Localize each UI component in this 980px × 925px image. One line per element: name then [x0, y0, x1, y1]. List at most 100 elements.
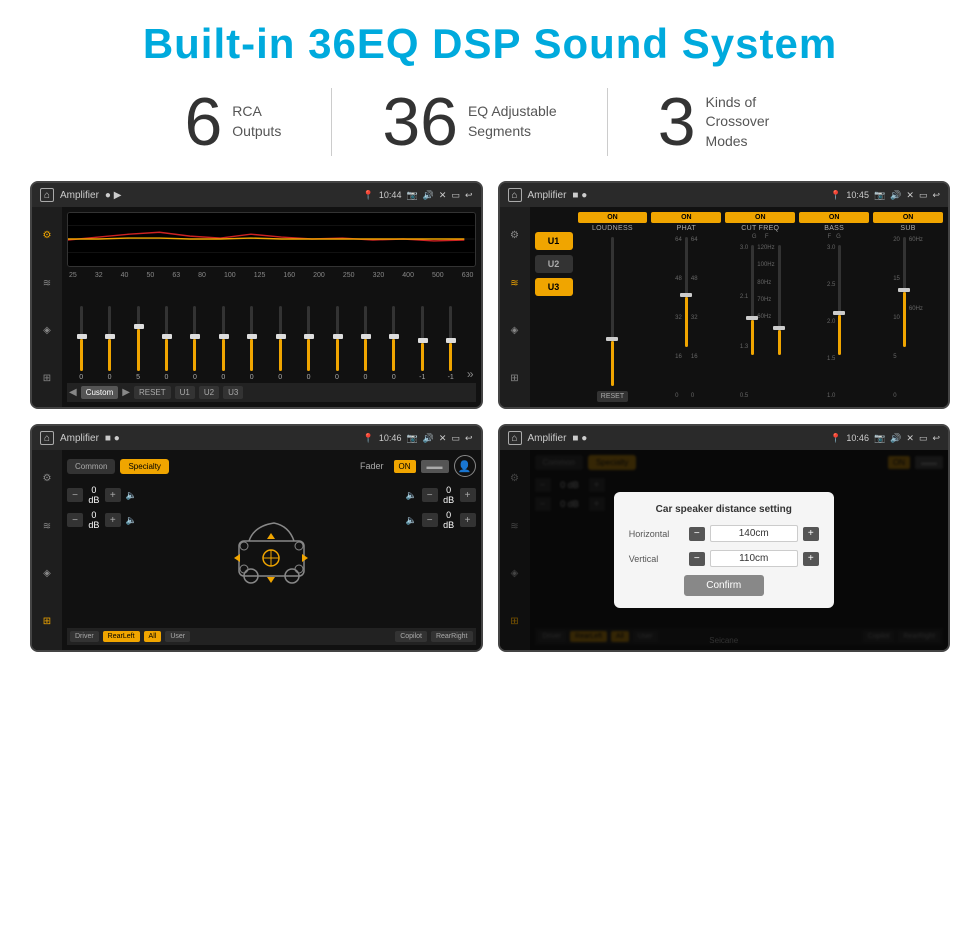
eq-speaker-icon[interactable]: ◈: [38, 322, 56, 340]
screen-amp-title: Amplifier: [528, 190, 567, 201]
horizontal-plus[interactable]: +: [803, 527, 819, 541]
db-plus-3[interactable]: +: [460, 488, 476, 502]
db-row-4: 🔈 − 0 dB +: [406, 510, 476, 530]
car-svg: [229, 511, 314, 601]
db-plus-4[interactable]: +: [460, 513, 476, 527]
stat-rca-text: RCAOutputs: [232, 102, 281, 141]
cutfreq-toggle[interactable]: ON: [725, 212, 795, 223]
u-buttons-group: U1 U2 U3: [535, 212, 573, 402]
bass-toggle[interactable]: ON: [799, 212, 869, 223]
horizontal-minus[interactable]: −: [689, 527, 705, 541]
db-plus-2[interactable]: +: [105, 513, 121, 527]
phat-scale-right: 644832160: [691, 237, 698, 399]
eq-slider-9: 0: [296, 306, 320, 381]
distance-home-icon[interactable]: ⌂: [508, 431, 522, 445]
eq-rect-icon: ▭: [451, 190, 460, 201]
stat-rca: 6 RCAOutputs: [134, 88, 332, 156]
bass-slider[interactable]: [838, 245, 841, 355]
amp-speaker-icon[interactable]: ◈: [506, 322, 524, 340]
fader-speaker-icon[interactable]: ◈: [38, 565, 56, 583]
db-minus-4[interactable]: −: [422, 513, 438, 527]
loudness-label: LOUDNESS: [592, 225, 633, 232]
eq-slider-2: 0: [97, 306, 121, 381]
cutfreq-slider2[interactable]: [778, 245, 781, 355]
loudness-reset[interactable]: RESET: [597, 391, 628, 402]
home-icon[interactable]: ⌂: [40, 188, 54, 202]
confirm-button[interactable]: Confirm: [684, 575, 764, 596]
fader-expand-icon[interactable]: ⊞: [38, 612, 56, 630]
u1-button[interactable]: U1: [535, 232, 573, 250]
amp-side-icons: ⚙ ≋ ◈ ⊞: [500, 207, 530, 407]
distance-cam-icon: 📷: [874, 433, 885, 444]
eq-slider-4: 0: [154, 306, 178, 381]
amp-expand-icon[interactable]: ⊞: [506, 369, 524, 387]
amp-filter-icon[interactable]: ⚙: [506, 227, 524, 245]
cutfreq-slider1[interactable]: [751, 245, 754, 355]
distance-location-icon: 📍: [830, 433, 841, 444]
screen-amp-bar: ⌂ Amplifier ■ ● 📍 10:45 📷 🔊 ✕ ▭ ↩: [500, 183, 949, 207]
amp-cam-icon: 📷: [874, 190, 885, 201]
speaker-icon-1: 🔈: [126, 490, 137, 501]
fader-common-tab[interactable]: Common: [67, 459, 115, 474]
fader-user-btn[interactable]: User: [165, 631, 190, 642]
fader-specialty-tab[interactable]: Specialty: [120, 459, 168, 474]
eq-u1-btn[interactable]: U1: [175, 386, 195, 399]
bass-scale: 3.02.52.01.51.0: [827, 245, 835, 399]
loudness-slider[interactable]: [611, 237, 614, 386]
fader-home-icon[interactable]: ⌂: [40, 431, 54, 445]
eq-prev-arrow[interactable]: ◀: [69, 387, 77, 398]
page-title: Built-in 36EQ DSP Sound System: [143, 20, 837, 68]
fader-toggle[interactable]: ▬▬: [421, 460, 449, 473]
eq-slider-14: -1: [438, 306, 462, 381]
eq-slider-12: 0: [382, 306, 406, 381]
fader-rearleft-btn[interactable]: RearLeft: [103, 631, 140, 642]
vertical-plus[interactable]: +: [803, 552, 819, 566]
amp-wave-icon[interactable]: ≋: [506, 274, 524, 292]
fader-all-btn[interactable]: All: [144, 631, 162, 642]
speaker-icon-2: 🔈: [126, 515, 137, 526]
distance-x-icon: ✕: [906, 433, 914, 444]
vertical-value: 110cm: [710, 550, 798, 567]
screen-distance: ⌂ Amplifier ■ ● 📍 10:46 📷 🔊 ✕ ▭ ↩ ⚙ ≋: [498, 424, 951, 652]
screen-distance-bar-left: ⌂ Amplifier ■ ●: [508, 431, 588, 445]
eq-filter-icon[interactable]: ⚙: [38, 227, 56, 245]
eq-u2-btn[interactable]: U2: [199, 386, 219, 399]
eq-cam-icon: 📷: [406, 190, 417, 201]
fader-rearright-btn[interactable]: RearRight: [431, 631, 473, 642]
u3-button[interactable]: U3: [535, 278, 573, 296]
eq-x-icon: ✕: [439, 190, 447, 201]
fader-copilot-btn[interactable]: Copilot: [395, 631, 427, 642]
db-plus-1[interactable]: +: [105, 488, 121, 502]
phat-toggle[interactable]: ON: [651, 212, 721, 223]
screen-eq-time: 10:44: [379, 190, 402, 200]
phat-slider[interactable]: [685, 237, 688, 347]
vertical-minus[interactable]: −: [689, 552, 705, 566]
amp-home-icon[interactable]: ⌂: [508, 188, 522, 202]
screen-eq-bar-right: 📍 10:44 📷 🔊 ✕ ▭ ↩: [363, 190, 473, 201]
db-minus-1[interactable]: −: [67, 488, 83, 502]
cutfreq-sub: G F: [752, 234, 769, 240]
eq-side-icons: ⚙ ≋ ◈ ⊞: [32, 207, 62, 407]
eq-u3-btn[interactable]: U3: [223, 386, 243, 399]
freq-labels: 253240506380100125160200250320400500630: [67, 272, 476, 279]
u2-button[interactable]: U2: [535, 255, 573, 273]
loudness-toggle[interactable]: ON: [578, 212, 648, 223]
sub-toggle[interactable]: ON: [873, 212, 943, 223]
eq-custom-btn[interactable]: Custom: [81, 386, 119, 399]
dialog-overlay: Car speaker distance setting Horizontal …: [500, 450, 949, 650]
fader-driver-btn[interactable]: Driver: [70, 631, 99, 642]
eq-expand-icon[interactable]: ⊞: [38, 369, 56, 387]
eq-next-arrow[interactable]: ▶: [122, 387, 130, 398]
eq-main: 253240506380100125160200250320400500630 …: [62, 207, 481, 407]
db-minus-3[interactable]: −: [422, 488, 438, 502]
eq-slider-10: 0: [325, 306, 349, 381]
fader-wave-icon[interactable]: ≋: [38, 517, 56, 535]
sub-slider[interactable]: [903, 237, 906, 347]
eq-wave-icon[interactable]: ≋: [38, 274, 56, 292]
amp-x-icon: ✕: [906, 190, 914, 201]
db-row-1: − 0 dB + 🔈: [67, 485, 137, 505]
db-minus-2[interactable]: −: [67, 513, 83, 527]
fader-filter-icon[interactable]: ⚙: [38, 470, 56, 488]
eq-slider-6: 0: [211, 306, 235, 381]
eq-reset-btn[interactable]: RESET: [134, 386, 171, 399]
